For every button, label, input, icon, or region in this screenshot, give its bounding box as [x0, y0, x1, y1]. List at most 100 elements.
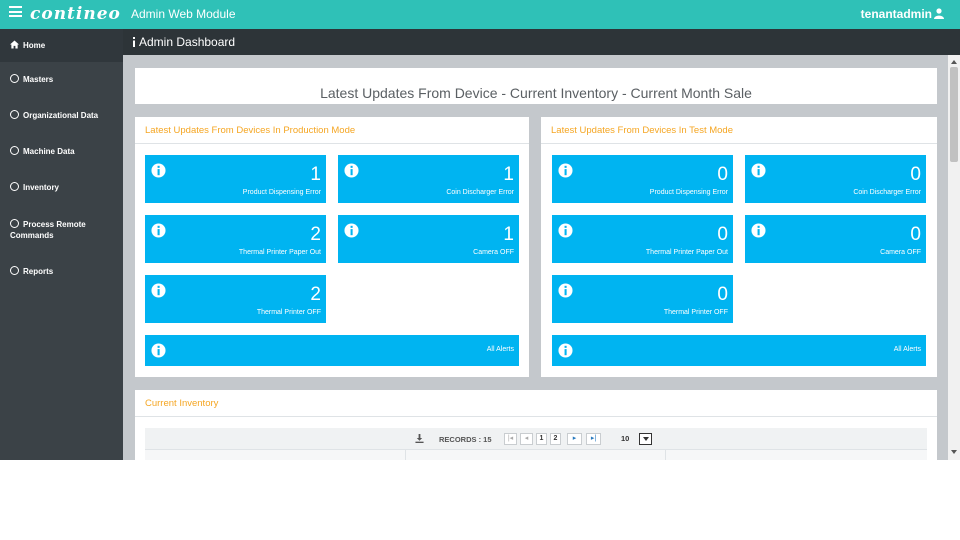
home-icon	[10, 40, 19, 49]
alert-label: Camera OFF	[473, 249, 514, 256]
scrollbar-thumb[interactable]	[950, 67, 958, 162]
info-icon	[151, 283, 166, 298]
table-column-header[interactable]	[145, 450, 406, 460]
records-count: RECORDS : 15	[439, 435, 492, 444]
info-bar-icon	[133, 37, 135, 47]
info-icon	[151, 163, 166, 178]
all-alerts-button[interactable]: All Alerts	[145, 335, 519, 366]
sidebar-item-label: Inventory	[23, 183, 60, 192]
page-scrollbar[interactable]	[948, 55, 960, 460]
last-page-button[interactable]: ▸|	[586, 433, 601, 445]
dashboard-content: Latest Updates From Device - Current Inv…	[123, 55, 948, 460]
alert-label: Thermal Printer OFF	[256, 309, 321, 316]
sidebar-item-organizational-data[interactable]: Organizational Data	[0, 110, 123, 121]
alert-count: 1	[503, 164, 514, 185]
sidebar-item-label: Machine Data	[23, 147, 75, 156]
sidebar-item-label: Organizational Data	[23, 111, 99, 120]
alert-count: 0	[717, 224, 728, 245]
alert-count: 2	[310, 224, 321, 245]
first-page-button[interactable]: |◂	[504, 433, 517, 445]
alert-card-coin-discharger-error[interactable]: 1 Coin Discharger Error	[338, 155, 519, 203]
alert-label: Thermal Printer Paper Out	[645, 249, 728, 256]
sidebar-item-process-remote-commands[interactable]: Process Remote Commands	[0, 219, 110, 241]
alert-card-product-dispensing-error[interactable]: 0 Product Dispensing Error	[552, 155, 733, 203]
download-icon[interactable]	[415, 434, 424, 443]
alert-label: Product Dispensing Error	[242, 189, 321, 196]
alert-count: 1	[310, 164, 321, 185]
sidebar-item-machine-data[interactable]: Machine Data	[0, 146, 123, 157]
app-logo[interactable]: contineo	[30, 4, 121, 24]
info-icon	[558, 283, 573, 298]
sidebar-item-reports[interactable]: Reports	[0, 266, 123, 277]
info-icon	[558, 343, 573, 358]
alert-label: Product Dispensing Error	[649, 189, 728, 196]
page-title: Admin Dashboard	[139, 35, 236, 49]
panel-title: Latest Updates From Devices In Productio…	[145, 125, 356, 136]
all-alerts-label: All Alerts	[893, 346, 921, 353]
alert-label: Thermal Printer Paper Out	[238, 249, 321, 256]
table-column-header[interactable]	[406, 450, 666, 460]
pagination-bar: RECORDS : 15 |◂ ◂ 1 2 ▸ ▸| 10	[145, 428, 927, 450]
sidebar-item-label: Process Remote Commands	[10, 220, 86, 240]
page-size-value: 10	[621, 434, 630, 443]
alert-label: Camera OFF	[880, 249, 921, 256]
circle-icon	[10, 110, 19, 119]
all-alerts-label: All Alerts	[486, 346, 514, 353]
circle-icon	[10, 74, 19, 83]
alert-card-thermal-printer-off[interactable]: 0 Thermal Printer OFF	[552, 275, 733, 323]
sidebar-item-label: Masters	[23, 75, 54, 84]
alert-card-product-dispensing-error[interactable]: 1 Product Dispensing Error	[145, 155, 326, 203]
alert-card-camera-off[interactable]: 0 Camera OFF	[745, 215, 926, 263]
scroll-up-icon[interactable]	[951, 60, 957, 64]
circle-icon	[10, 182, 19, 191]
prev-page-button[interactable]: ◂	[520, 433, 533, 445]
alert-count: 0	[717, 284, 728, 305]
circle-icon	[10, 146, 19, 155]
alert-count: 0	[717, 164, 728, 185]
info-icon	[751, 223, 766, 238]
info-icon	[151, 343, 166, 358]
dashboard-title: Latest Updates From Device - Current Inv…	[320, 85, 752, 101]
info-icon	[344, 163, 359, 178]
scroll-down-icon[interactable]	[951, 450, 957, 454]
user-icon[interactable]	[934, 8, 944, 19]
sidebar: Home Masters Organizational Data Machine…	[0, 29, 123, 460]
page-button-1[interactable]: 1	[536, 433, 547, 445]
circle-icon	[10, 266, 19, 275]
sidebar-item-label: Reports	[23, 267, 54, 276]
info-icon	[558, 163, 573, 178]
alert-count: 0	[910, 164, 921, 185]
sidebar-item-masters[interactable]: Masters	[0, 74, 123, 85]
module-title: Admin Web Module	[131, 7, 236, 21]
circle-icon	[10, 219, 19, 228]
dashboard-title-panel: Latest Updates From Device - Current Inv…	[135, 68, 937, 104]
alert-card-thermal-printer-paper-out[interactable]: 0 Thermal Printer Paper Out	[552, 215, 733, 263]
alert-count: 0	[910, 224, 921, 245]
panel-title: Latest Updates From Devices In Test Mode	[551, 125, 733, 136]
all-alerts-button[interactable]: All Alerts	[552, 335, 926, 366]
alert-label: Coin Discharger Error	[853, 189, 921, 196]
sidebar-item-label: Home	[23, 41, 46, 50]
info-icon	[344, 223, 359, 238]
sidebar-item-inventory[interactable]: Inventory	[0, 182, 123, 193]
user-menu[interactable]: tenantadmin	[861, 7, 932, 21]
panel-title: Current Inventory	[145, 398, 219, 409]
page-size-dropdown[interactable]	[639, 433, 652, 445]
menu-icon[interactable]	[9, 6, 22, 17]
alert-card-camera-off[interactable]: 1 Camera OFF	[338, 215, 519, 263]
alert-count: 1	[503, 224, 514, 245]
page-header: Admin Dashboard	[123, 29, 960, 55]
alert-label: Coin Discharger Error	[446, 189, 514, 196]
next-page-button[interactable]: ▸	[567, 433, 582, 445]
test-alerts-panel: Latest Updates From Devices In Test Mode…	[541, 117, 937, 377]
alert-label: Thermal Printer OFF	[663, 309, 728, 316]
info-icon	[751, 163, 766, 178]
alert-card-coin-discharger-error[interactable]: 0 Coin Discharger Error	[745, 155, 926, 203]
inventory-table-header	[145, 450, 927, 460]
app-window: contineo Admin Web Module tenantadmin Ho…	[0, 0, 960, 460]
alert-card-thermal-printer-paper-out[interactable]: 2 Thermal Printer Paper Out	[145, 215, 326, 263]
page-button-2[interactable]: 2	[550, 433, 561, 445]
sidebar-item-home[interactable]: Home	[0, 29, 123, 62]
info-icon	[151, 223, 166, 238]
alert-card-thermal-printer-off[interactable]: 2 Thermal Printer OFF	[145, 275, 326, 323]
